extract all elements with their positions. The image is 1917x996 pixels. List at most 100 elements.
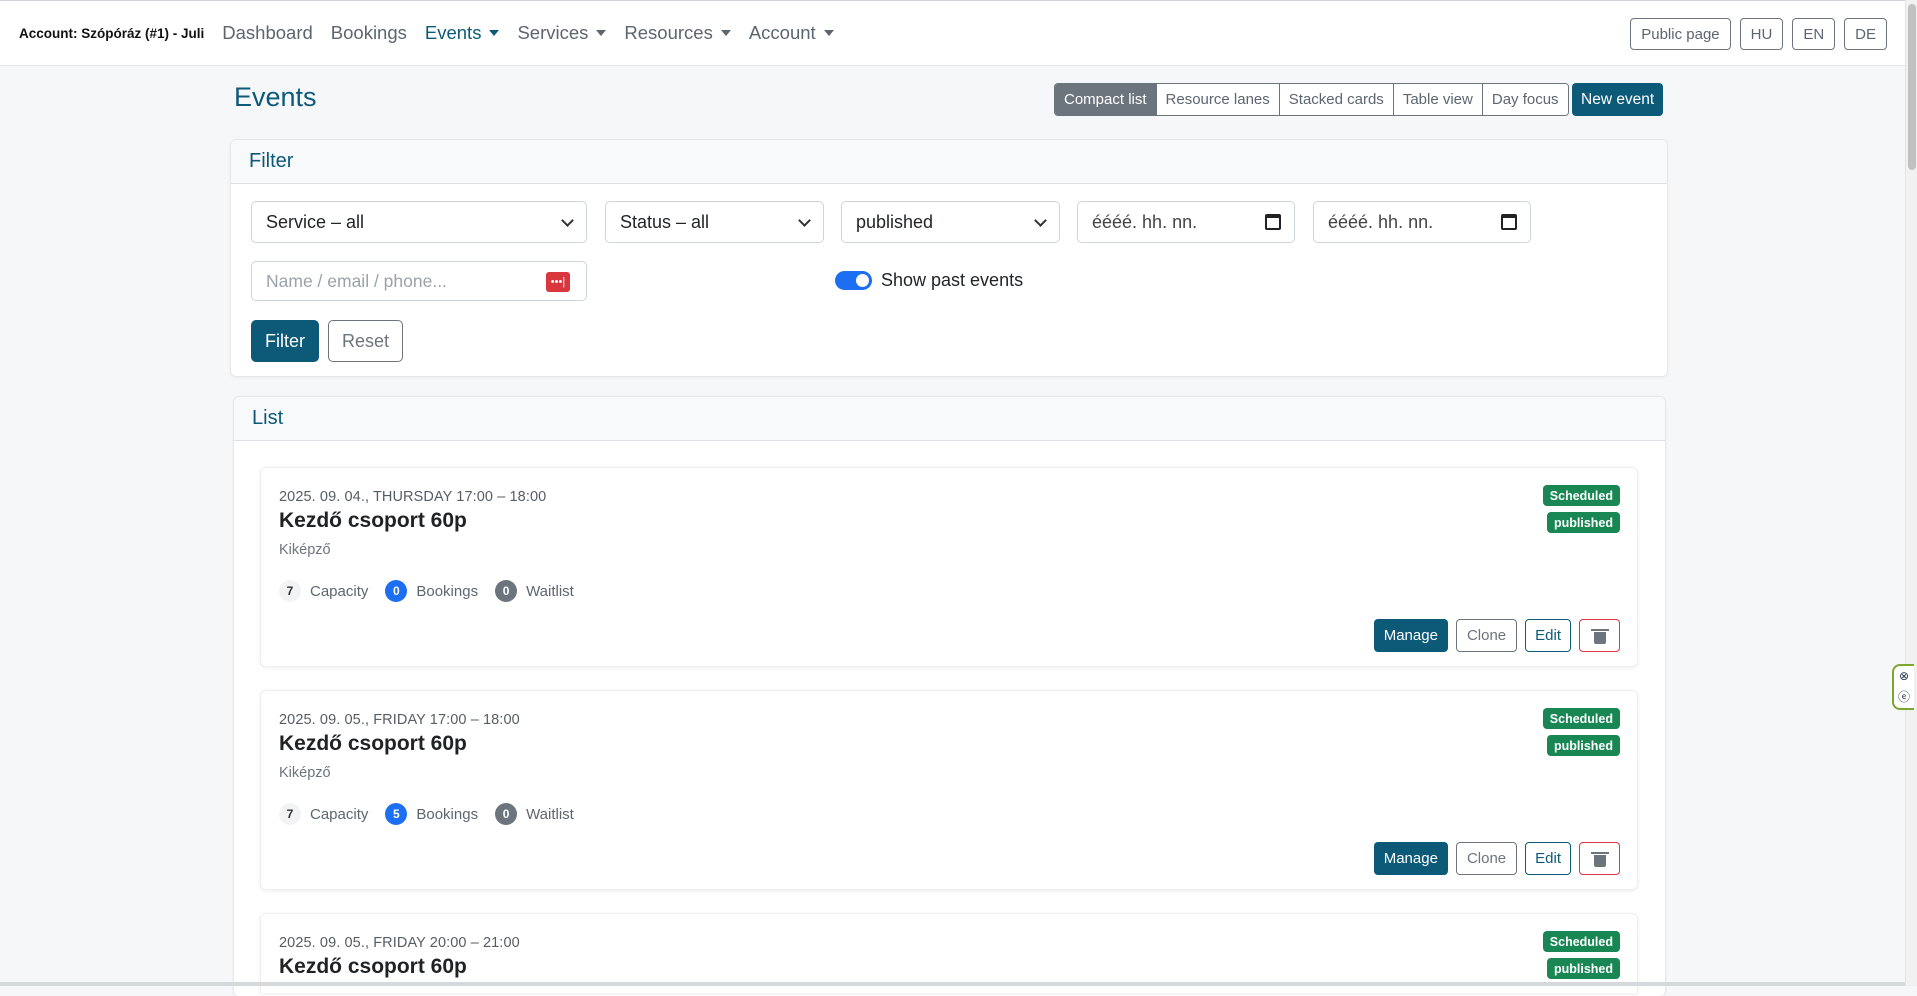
event-card: 2025. 09. 05., FRIDAY 20:00 – 21:00 Kezd…: [260, 913, 1638, 993]
event-title[interactable]: Kezdő csoport 60p: [279, 955, 467, 979]
caret-down-icon: [823, 30, 834, 36]
clone-button[interactable]: Clone: [1455, 619, 1518, 652]
nav-bookings[interactable]: Bookings: [331, 22, 407, 44]
capacity-label: Capacity: [310, 805, 369, 823]
event-date: 2025. 09. 05., FRIDAY 20:00 – 21:00: [279, 935, 520, 951]
nav-account-label: Account: [748, 22, 816, 43]
show-past-toggle[interactable]: Show past events: [835, 270, 1023, 291]
capacity-label: Capacity: [310, 582, 369, 600]
reset-button[interactable]: Reset: [328, 320, 404, 362]
waitlist-count: 0: [495, 580, 518, 602]
nav-resources-label: Resources: [624, 22, 713, 43]
visibility-select[interactable]: published: [841, 201, 1060, 243]
public-page-button[interactable]: Public page: [1630, 18, 1731, 50]
waitlist-label: Waitlist: [526, 805, 574, 823]
password-manager-icon[interactable]: •••|: [546, 272, 570, 292]
waitlist-label: Waitlist: [526, 582, 574, 600]
manage-button[interactable]: Manage: [1373, 842, 1448, 875]
event-card: 2025. 09. 04., THURSDAY 17:00 – 18:00 Ke…: [260, 467, 1638, 667]
event-badges: Scheduled published: [1542, 708, 1620, 756]
nav-account[interactable]: Account: [749, 22, 834, 44]
scrollbar-thumb[interactable]: [1908, 4, 1916, 170]
event-date: 2025. 09. 04., THURSDAY 17:00 – 18:00: [279, 489, 547, 505]
chevron-down-icon: [1034, 214, 1047, 227]
view-compact-list[interactable]: Compact list: [1055, 84, 1156, 115]
lang-hu-button[interactable]: HU: [1739, 18, 1784, 50]
nav-events-label: Events: [424, 22, 482, 43]
view-resource-lanes[interactable]: Resource lanes: [1155, 84, 1279, 115]
delete-button[interactable]: [1579, 619, 1620, 652]
nav-services[interactable]: Services: [517, 22, 607, 44]
event-stats: 7 Capacity 5 Bookings 0 Waitlist: [279, 803, 591, 825]
chevron-down-icon: [798, 214, 811, 227]
waitlist-count: 0: [495, 803, 518, 825]
capacity-count: 7: [279, 580, 301, 602]
extension-icon[interactable]: ⓔ: [1898, 688, 1910, 705]
close-icon[interactable]: ⊗: [1899, 669, 1909, 683]
status-badge: Scheduled: [1542, 931, 1620, 952]
page-scrollbar[interactable]: [1905, 0, 1917, 986]
event-subtitle: Kiképző: [279, 765, 331, 781]
status-badge: Scheduled: [1542, 485, 1620, 506]
bookings-label: Bookings: [416, 805, 479, 823]
edit-button[interactable]: Edit: [1525, 842, 1571, 875]
bookings-count: 0: [385, 580, 408, 602]
search-placeholder: Name / email / phone...: [266, 270, 447, 291]
lang-en-button[interactable]: EN: [1792, 18, 1836, 50]
show-past-switch[interactable]: [835, 271, 872, 290]
view-stacked-cards[interactable]: Stacked cards: [1278, 84, 1393, 115]
delete-button[interactable]: [1579, 842, 1620, 875]
service-select[interactable]: Service – all: [251, 201, 587, 243]
edit-button[interactable]: Edit: [1525, 619, 1571, 652]
caret-down-icon: [596, 30, 607, 36]
filter-button[interactable]: Filter: [251, 320, 319, 362]
capacity-count: 7: [279, 803, 301, 825]
calendar-icon[interactable]: [1501, 214, 1517, 230]
manage-button[interactable]: Manage: [1373, 619, 1448, 652]
event-card: 2025. 09. 05., FRIDAY 17:00 – 18:00 Kezd…: [260, 690, 1638, 890]
event-badges: Scheduled published: [1542, 931, 1620, 979]
nav-services-label: Services: [517, 22, 589, 43]
visibility-badge: published: [1546, 735, 1620, 756]
service-select-value: Service – all: [266, 211, 365, 232]
date-from-input[interactable]: éééé. hh. nn.: [1077, 201, 1295, 243]
date-to-value: éééé. hh. nn.: [1328, 211, 1434, 232]
date-to-input[interactable]: éééé. hh. nn.: [1313, 201, 1531, 243]
extension-widget[interactable]: ⊗ ⓔ: [1892, 664, 1914, 710]
event-title[interactable]: Kezdő csoport 60p: [279, 732, 467, 756]
view-switcher: Compact list Resource lanes Stacked card…: [1054, 83, 1569, 116]
nav-events[interactable]: Events: [425, 22, 500, 44]
page-title: Events: [234, 82, 317, 112]
trash-icon: [1590, 628, 1609, 644]
nav-resources[interactable]: Resources: [624, 22, 731, 44]
nav-dashboard-label: Dashboard: [222, 22, 313, 43]
bookings-label: Bookings: [416, 582, 479, 600]
nav-dashboard[interactable]: Dashboard: [222, 22, 313, 44]
event-badges: Scheduled published: [1542, 485, 1620, 533]
account-label: Account: Szópóráz (#1) - Juli: [19, 25, 205, 41]
date-from-value: éééé. hh. nn.: [1092, 211, 1198, 232]
nav-bookings-label: Bookings: [330, 22, 407, 43]
clone-button[interactable]: Clone: [1455, 842, 1518, 875]
search-input[interactable]: Name / email / phone... •••|: [251, 261, 587, 301]
event-title[interactable]: Kezdő csoport 60p: [279, 509, 467, 533]
visibility-select-value: published: [856, 211, 934, 232]
bookings-count: 5: [385, 803, 408, 825]
filter-card-title: Filter: [231, 140, 1667, 184]
visibility-badge: published: [1546, 512, 1620, 533]
top-navbar: Account: Szópóráz (#1) - Juli Dashboard …: [0, 0, 1905, 66]
lang-de-button[interactable]: DE: [1844, 18, 1887, 50]
status-select[interactable]: Status – all: [605, 201, 824, 243]
view-day-focus[interactable]: Day focus: [1481, 84, 1568, 115]
list-card-title: List: [234, 397, 1665, 441]
filter-card: Filter Service – all Status – all publis…: [230, 139, 1668, 377]
nav-right: Public page HU EN DE: [1630, 18, 1887, 50]
event-subtitle: Kiképző: [279, 542, 331, 558]
view-table-view[interactable]: Table view: [1392, 84, 1482, 115]
calendar-icon[interactable]: [1265, 214, 1281, 230]
status-select-value: Status – all: [620, 211, 710, 232]
event-actions: Manage Clone Edit: [1373, 842, 1620, 875]
bottom-edge: [0, 982, 1905, 986]
new-event-button[interactable]: New event: [1572, 83, 1664, 116]
event-date: 2025. 09. 05., FRIDAY 17:00 – 18:00: [279, 712, 520, 728]
